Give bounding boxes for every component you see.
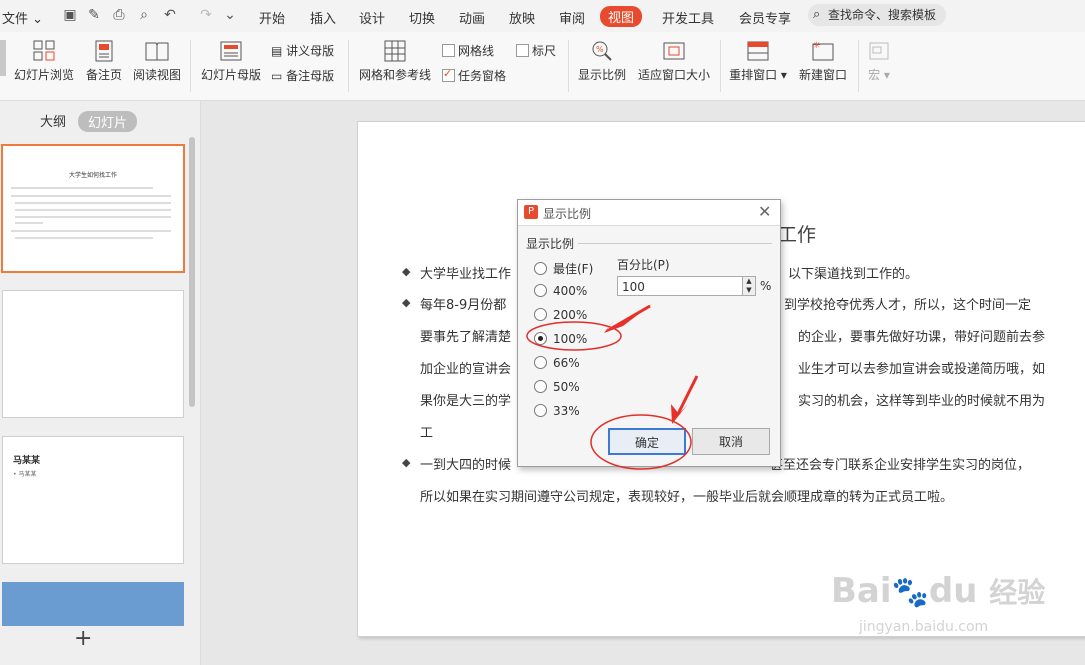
annotation-arrow [671, 404, 688, 424]
annotation-arrow [676, 375, 699, 415]
highlight-ellipse [590, 414, 692, 470]
annotation-overlay [526, 304, 699, 470]
highlight-ellipse [526, 321, 622, 351]
annotation-arrow [611, 304, 651, 330]
